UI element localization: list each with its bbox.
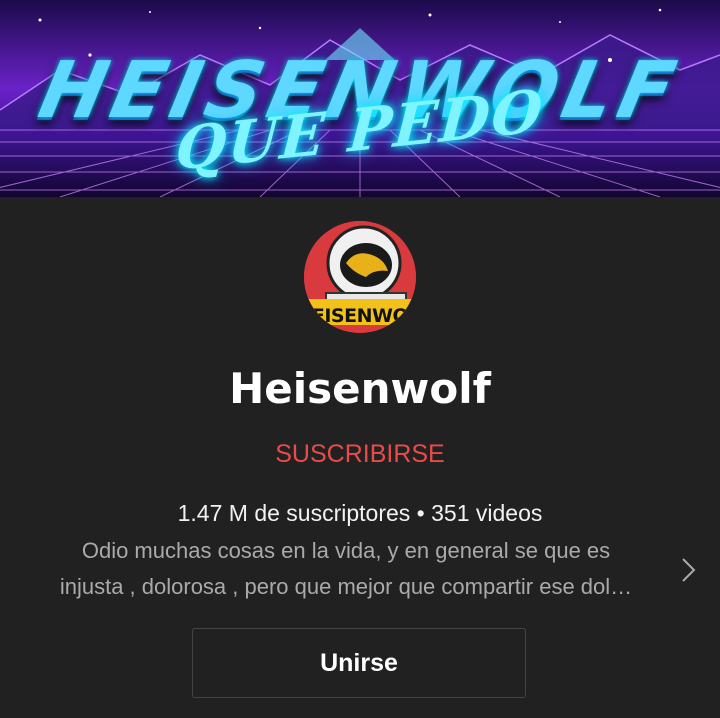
channel-avatar[interactable]: EISENWO bbox=[304, 221, 416, 333]
join-button[interactable]: Unirse bbox=[192, 628, 526, 698]
channel-banner: HEISENWOLF QUE PEDO bbox=[0, 0, 720, 197]
channel-name: Heisenwolf bbox=[229, 364, 491, 413]
subscribe-button[interactable]: SUSCRIBIRSE bbox=[0, 440, 720, 469]
description-line-2: injusta , dolorosa , pero que mejor que … bbox=[59, 574, 633, 599]
channel-description[interactable]: Odio muchas cosas en la vida, y en gener… bbox=[0, 535, 720, 605]
avatar-label: EISENWO bbox=[311, 305, 409, 327]
chevron-right-icon[interactable] bbox=[678, 555, 698, 585]
channel-stats: 1.47 M de suscriptores • 351 videos bbox=[177, 500, 543, 526]
description-line-1: Odio muchas cosas en la vida, y en gener… bbox=[81, 538, 611, 563]
